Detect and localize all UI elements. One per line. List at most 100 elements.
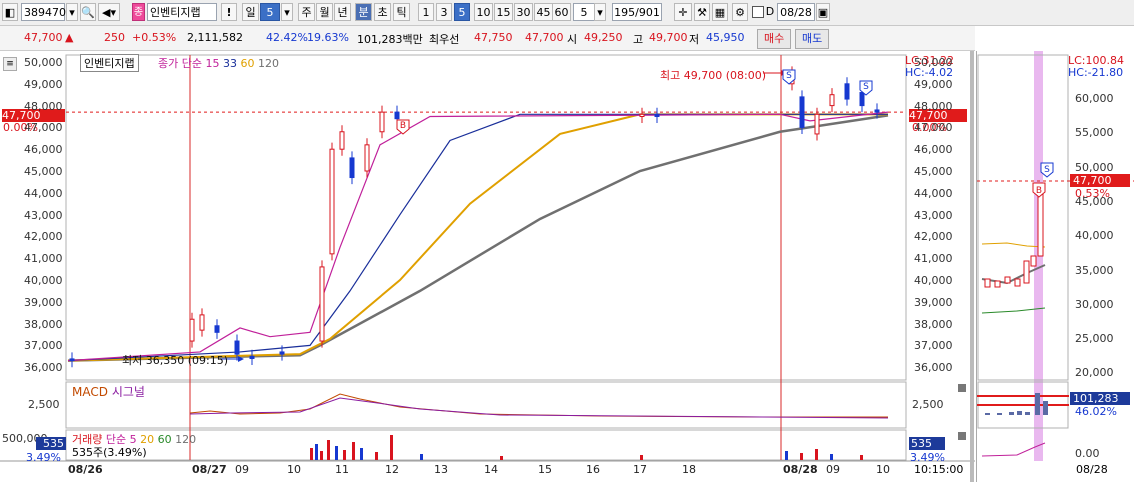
candle-body [279, 351, 285, 355]
macd-panel-frame [65, 381, 907, 429]
buy-button[interactable]: 매수 [757, 29, 792, 49]
x-axis-label: 16 [586, 463, 600, 476]
candle-body [69, 358, 75, 362]
x-axis-label: 17 [633, 463, 647, 476]
crosshair-icon[interactable]: ✛ [674, 3, 692, 21]
low-price: 45,950 [706, 31, 745, 44]
quote-bar: 47,700 ▲ 250 +0.53% 2,111,582 42.42% 19.… [0, 26, 975, 51]
period-dropdown-icon[interactable]: ▾ [281, 3, 293, 21]
candle-body [814, 113, 820, 135]
side-y-tick: 25,000 [1075, 332, 1114, 346]
calendar-icon[interactable]: ▣ [816, 3, 830, 21]
candle-body [364, 144, 370, 172]
x-axis-label: 09 [826, 463, 840, 476]
volume-bar [420, 454, 423, 460]
y-tick-right: 47,000 [914, 121, 953, 135]
side-hc: HC:-21.80 [1068, 66, 1124, 79]
x-axis-label: 10 [287, 463, 301, 476]
period-button-5[interactable]: 틱 [393, 3, 410, 21]
interval-button-10[interactable]: 10 [474, 3, 493, 21]
side-candle [1037, 187, 1044, 257]
x-axis-label: 08/27 [192, 463, 227, 476]
macd-signal-line [189, 397, 889, 419]
chart-toolbar: ◧ 389470 ▾ 🔍 ◀▾ 종 인벤티지랩 ! 일 5 ▾ 주월년분초틱 1… [0, 0, 1134, 26]
trade-amount: 101,283백만 [357, 33, 423, 46]
ma-legend-label: 종가 단순 [158, 57, 202, 70]
d-checkbox-label: D [765, 5, 775, 18]
tools-icon[interactable]: ⚒ [694, 3, 710, 21]
period-button-1[interactable]: 월 [316, 3, 333, 21]
period-button-3[interactable]: 분 [355, 3, 372, 21]
price-change: 250 [104, 31, 125, 44]
warning-button[interactable]: ! [221, 3, 237, 21]
y-tick-right: 37,000 [914, 339, 953, 353]
side-price-frame [977, 54, 1069, 381]
up-arrow-icon: ▲ [65, 31, 74, 44]
high-annotation: 최고 49,700 (08:00) [660, 69, 767, 82]
macd-tick-right: 2,500 [912, 398, 944, 411]
candle-body [319, 266, 325, 342]
y-tick-right: 36,000 [914, 361, 953, 375]
count-dropdown-icon[interactable]: ▾ [594, 3, 606, 21]
count-input[interactable]: 5 [573, 3, 595, 21]
interval-button-3[interactable]: 3 [436, 3, 452, 21]
y-tick-right: 40,000 [914, 274, 953, 287]
volume-bar [785, 451, 788, 460]
stock-code-input[interactable]: 389470 [21, 3, 66, 21]
macd-legend: MACD 시그널 [72, 383, 145, 400]
low-label: 저 [689, 33, 700, 46]
ratio-2: 19.63% [307, 31, 349, 44]
speaker-icon[interactable]: ◀▾ [98, 3, 120, 21]
price-chart-canvas[interactable]: S S B [0, 51, 975, 482]
y-tick-right: 41,000 [914, 252, 953, 266]
code-dropdown-icon[interactable]: ▾ [66, 3, 78, 21]
period-button-0[interactable]: 주 [298, 3, 315, 21]
panel-menu-icon[interactable]: ≡ [3, 57, 17, 71]
search-icon[interactable]: 🔍 [80, 3, 96, 21]
interval-button-15[interactable]: 15 [494, 3, 513, 21]
volume-panel-close-icon[interactable] [958, 432, 966, 440]
side-y-tick: 60,000 [1075, 92, 1114, 105]
period-day-button[interactable]: 일 [242, 3, 259, 21]
interval-button-5[interactable]: 5 [454, 3, 470, 21]
period-button-4[interactable]: 초 [374, 3, 391, 21]
high-label: 고 [633, 33, 644, 46]
stock-name-field[interactable]: 인벤티지랩 [147, 3, 217, 21]
interval-button-60[interactable]: 60 [552, 3, 571, 21]
open-price: 49,250 [584, 31, 623, 44]
candle-body [339, 131, 345, 150]
side-y-tick: 50,000 [1075, 160, 1114, 174]
side-candle [994, 280, 1001, 288]
period-button-2[interactable]: 년 [334, 3, 351, 21]
x-axis-label: 08/28 [783, 463, 818, 476]
layout-icon[interactable]: ▦ [712, 3, 728, 21]
volume-value: 535주(3.49%) [72, 446, 147, 459]
price-legend-name: 인벤티지랩 [80, 54, 139, 72]
side-volume-bar [997, 413, 1002, 415]
sell-button[interactable]: 매도 [795, 29, 830, 49]
left-volume-tag: 535 [36, 437, 66, 450]
d-checkbox[interactable] [752, 6, 764, 18]
best-ask-price: 47,750 [474, 31, 513, 44]
window-menu-icon[interactable]: ◧ [2, 3, 18, 21]
macd-signal: 시그널 [111, 385, 145, 399]
volume-bar [800, 453, 803, 460]
gear-icon[interactable]: ⚙ [732, 3, 748, 21]
y-tick-left: 50,000 [24, 56, 63, 69]
interval-button-45[interactable]: 45 [534, 3, 553, 21]
side-volume-bar [1043, 401, 1048, 415]
vol-ma-60: 60 [157, 433, 172, 446]
volume-bar [830, 454, 833, 460]
candle-body [189, 318, 195, 342]
macd-tick-left: 2,500 [28, 398, 60, 411]
side-volume-bar [1025, 412, 1030, 415]
date-input[interactable]: 08/28 [777, 3, 815, 21]
interval-button-30[interactable]: 30 [514, 3, 533, 21]
volume-bar [315, 444, 318, 460]
volume-bar [327, 440, 330, 460]
candle-body [654, 113, 660, 117]
period-value-field[interactable]: 5 [260, 3, 280, 21]
interval-button-1[interactable]: 1 [418, 3, 434, 21]
macd-panel-close-icon[interactable] [958, 384, 966, 392]
current-price: 47,700 [24, 31, 63, 44]
